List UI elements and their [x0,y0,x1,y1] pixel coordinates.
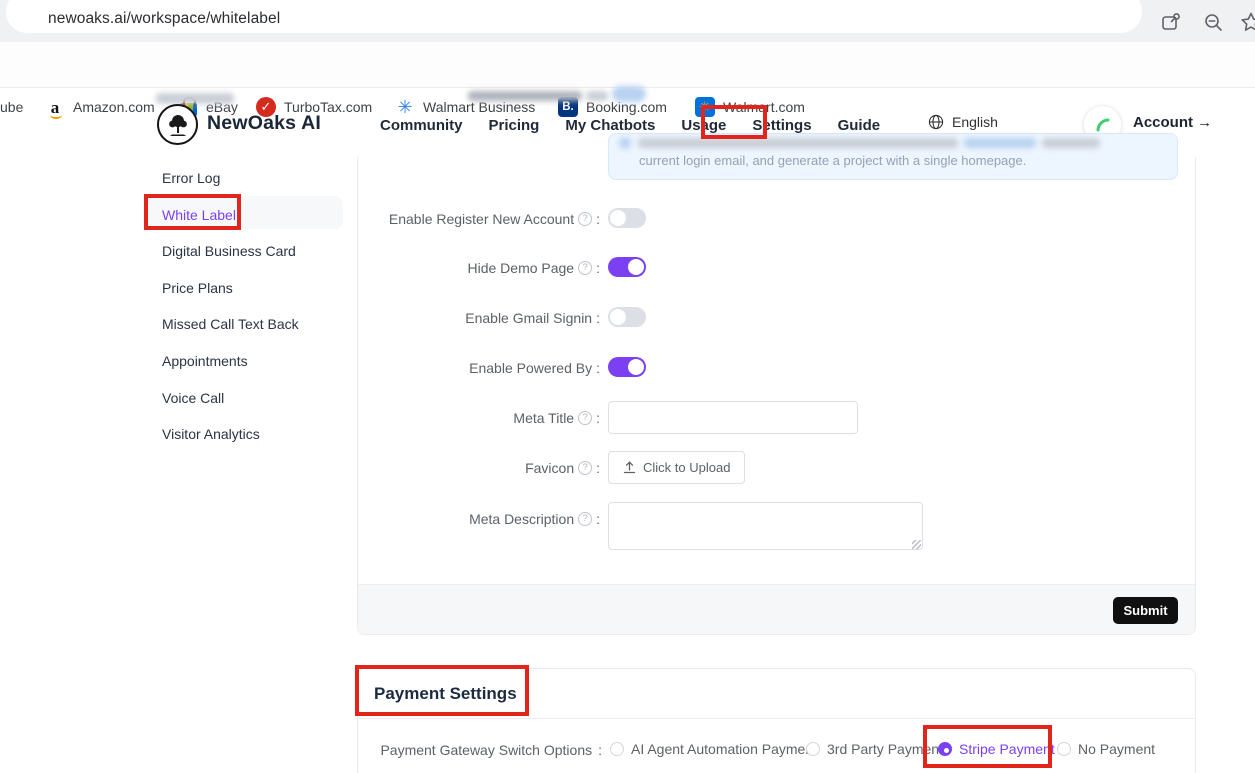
sidebar-item-price-plans[interactable]: Price Plans [162,280,233,296]
payment-settings-title: Payment Settings [374,684,517,704]
radio-stripe-payment[interactable]: Stripe Payment [938,741,1055,757]
field-label-gmail-signin: Enable Gmail Signin: [360,310,600,326]
banner-text: current login email, and generate a proj… [639,153,1026,168]
redacted-text [586,91,608,101]
radio-circle-selected[interactable] [938,742,952,756]
redacted-text [468,91,582,101]
zoom-out-icon[interactable] [1203,12,1224,33]
account-link[interactable]: Account → [1133,114,1212,131]
meta-description-textarea[interactable] [608,502,923,550]
radio-label: AI Agent Automation Payment [631,741,817,757]
field-label-hide-demo-page: Hide Demo Page: [360,260,600,276]
radio-no-payment[interactable]: No Payment [1057,741,1155,757]
globe-icon [928,114,944,130]
redacted-toggle [612,86,646,102]
share-icon[interactable] [1160,11,1182,33]
radio-label: 3rd Party Payment [827,741,943,757]
radio-circle[interactable] [1057,742,1071,756]
form-footer [358,584,1195,634]
redacted-banner-link [964,138,1036,148]
address-url[interactable]: newoaks.ai/workspace/whitelabel [48,10,280,28]
upload-icon [623,461,636,474]
bookmark-youtube[interactable]: ube [0,94,23,120]
sidebar-item-digital-business-card[interactable]: Digital Business Card [162,243,296,259]
meta-title-input[interactable] [608,401,858,434]
redacted-banner-text [1042,138,1100,148]
brand-title: NewOaks AI [207,112,321,135]
help-icon[interactable] [578,411,592,425]
upload-button-label: Click to Upload [643,460,730,475]
help-icon[interactable] [578,512,592,526]
sidebar-item-voice-call[interactable]: Voice Call [162,390,224,406]
language-label: English [952,114,998,130]
toggle-enable-register[interactable] [608,208,646,228]
amazon-icon: a [45,97,65,117]
redacted-text [156,93,234,104]
redacted-banner-text [638,138,958,148]
info-banner: current login email, and generate a proj… [608,133,1178,180]
help-icon[interactable] [578,461,592,475]
nav-community[interactable]: Community [380,117,463,134]
sidebar-item-appointments[interactable]: Appointments [162,353,248,369]
field-label-meta-description: Meta Description: [360,511,600,527]
bookmarks-bar: ube a Amazon.com eBay ✓ TurboTax.com ✳ W… [0,42,1255,88]
help-icon[interactable] [578,261,592,275]
radio-circle[interactable] [806,742,820,756]
screenshot-frame: newoaks.ai/workspace/whitelabel ube [0,0,1255,773]
favorites-star-icon[interactable] [1240,11,1255,33]
whitelabel-form-card [357,157,1196,635]
submit-button[interactable]: Submit [1113,597,1178,624]
toggle-gmail-signin[interactable] [608,307,646,327]
bookmark-amazon[interactable]: a Amazon.com [45,94,155,120]
toggle-hide-demo-page[interactable] [608,257,646,277]
radio-label: Stripe Payment [959,741,1055,757]
nav-pricing[interactable]: Pricing [489,117,540,134]
payment-gateway-options-label: Payment Gateway Switch Options : [360,742,602,758]
favicon-upload-button[interactable]: Click to Upload [608,451,745,484]
phone-icon [1093,115,1113,135]
radio-ai-agent-automation-payment[interactable]: AI Agent Automation Payment [610,741,817,757]
sidebar-item-missed-call-text-back[interactable]: Missed Call Text Back [162,316,299,332]
radio-label: No Payment [1078,741,1155,757]
radio-3rd-party-payment[interactable]: 3rd Party Payment [806,741,943,757]
sidebar-item-visitor-analytics[interactable]: Visitor Analytics [162,426,260,442]
bookmark-label: ube [0,99,23,115]
language-selector[interactable]: English [928,114,998,130]
oak-tree-icon [163,110,193,140]
sidebar-item-white-label[interactable]: White Label [162,207,236,223]
toggle-powered-by[interactable] [608,357,646,377]
field-label-favicon: Favicon: [360,460,600,476]
field-label-enable-register: Enable Register New Account: [360,211,600,227]
sidebar-item-error-log[interactable]: Error Log [162,170,220,186]
bookmark-label: Amazon.com [73,99,155,115]
nav-usage[interactable]: Usage [681,117,726,134]
nav-guide[interactable]: Guide [838,117,881,134]
radio-circle[interactable] [610,742,624,756]
textarea-resize-handle[interactable] [912,540,921,549]
browser-toolbar: newoaks.ai/workspace/whitelabel [0,0,1255,42]
field-label-meta-title: Meta Title: [360,410,600,426]
divider [358,718,1195,719]
help-icon[interactable] [578,212,592,226]
nav-my-chatbots[interactable]: My Chatbots [565,117,655,134]
field-label-powered-by: Enable Powered By: [360,360,600,376]
newoaks-logo[interactable] [157,104,198,145]
info-icon [619,137,631,149]
nav-settings[interactable]: Settings [752,117,811,134]
